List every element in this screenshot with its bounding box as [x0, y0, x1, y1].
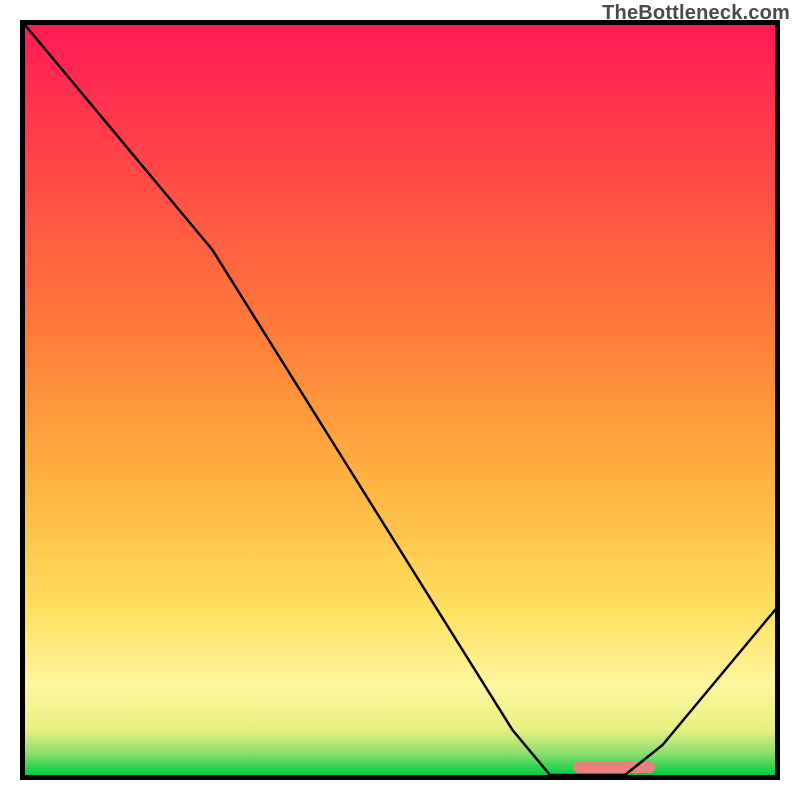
- chart-wrap: TheBottleneck.com: [0, 0, 800, 800]
- plot-frame: [20, 20, 780, 780]
- curve-path: [25, 25, 775, 775]
- watermark-text: TheBottleneck.com: [602, 2, 790, 25]
- line-series: [25, 25, 775, 775]
